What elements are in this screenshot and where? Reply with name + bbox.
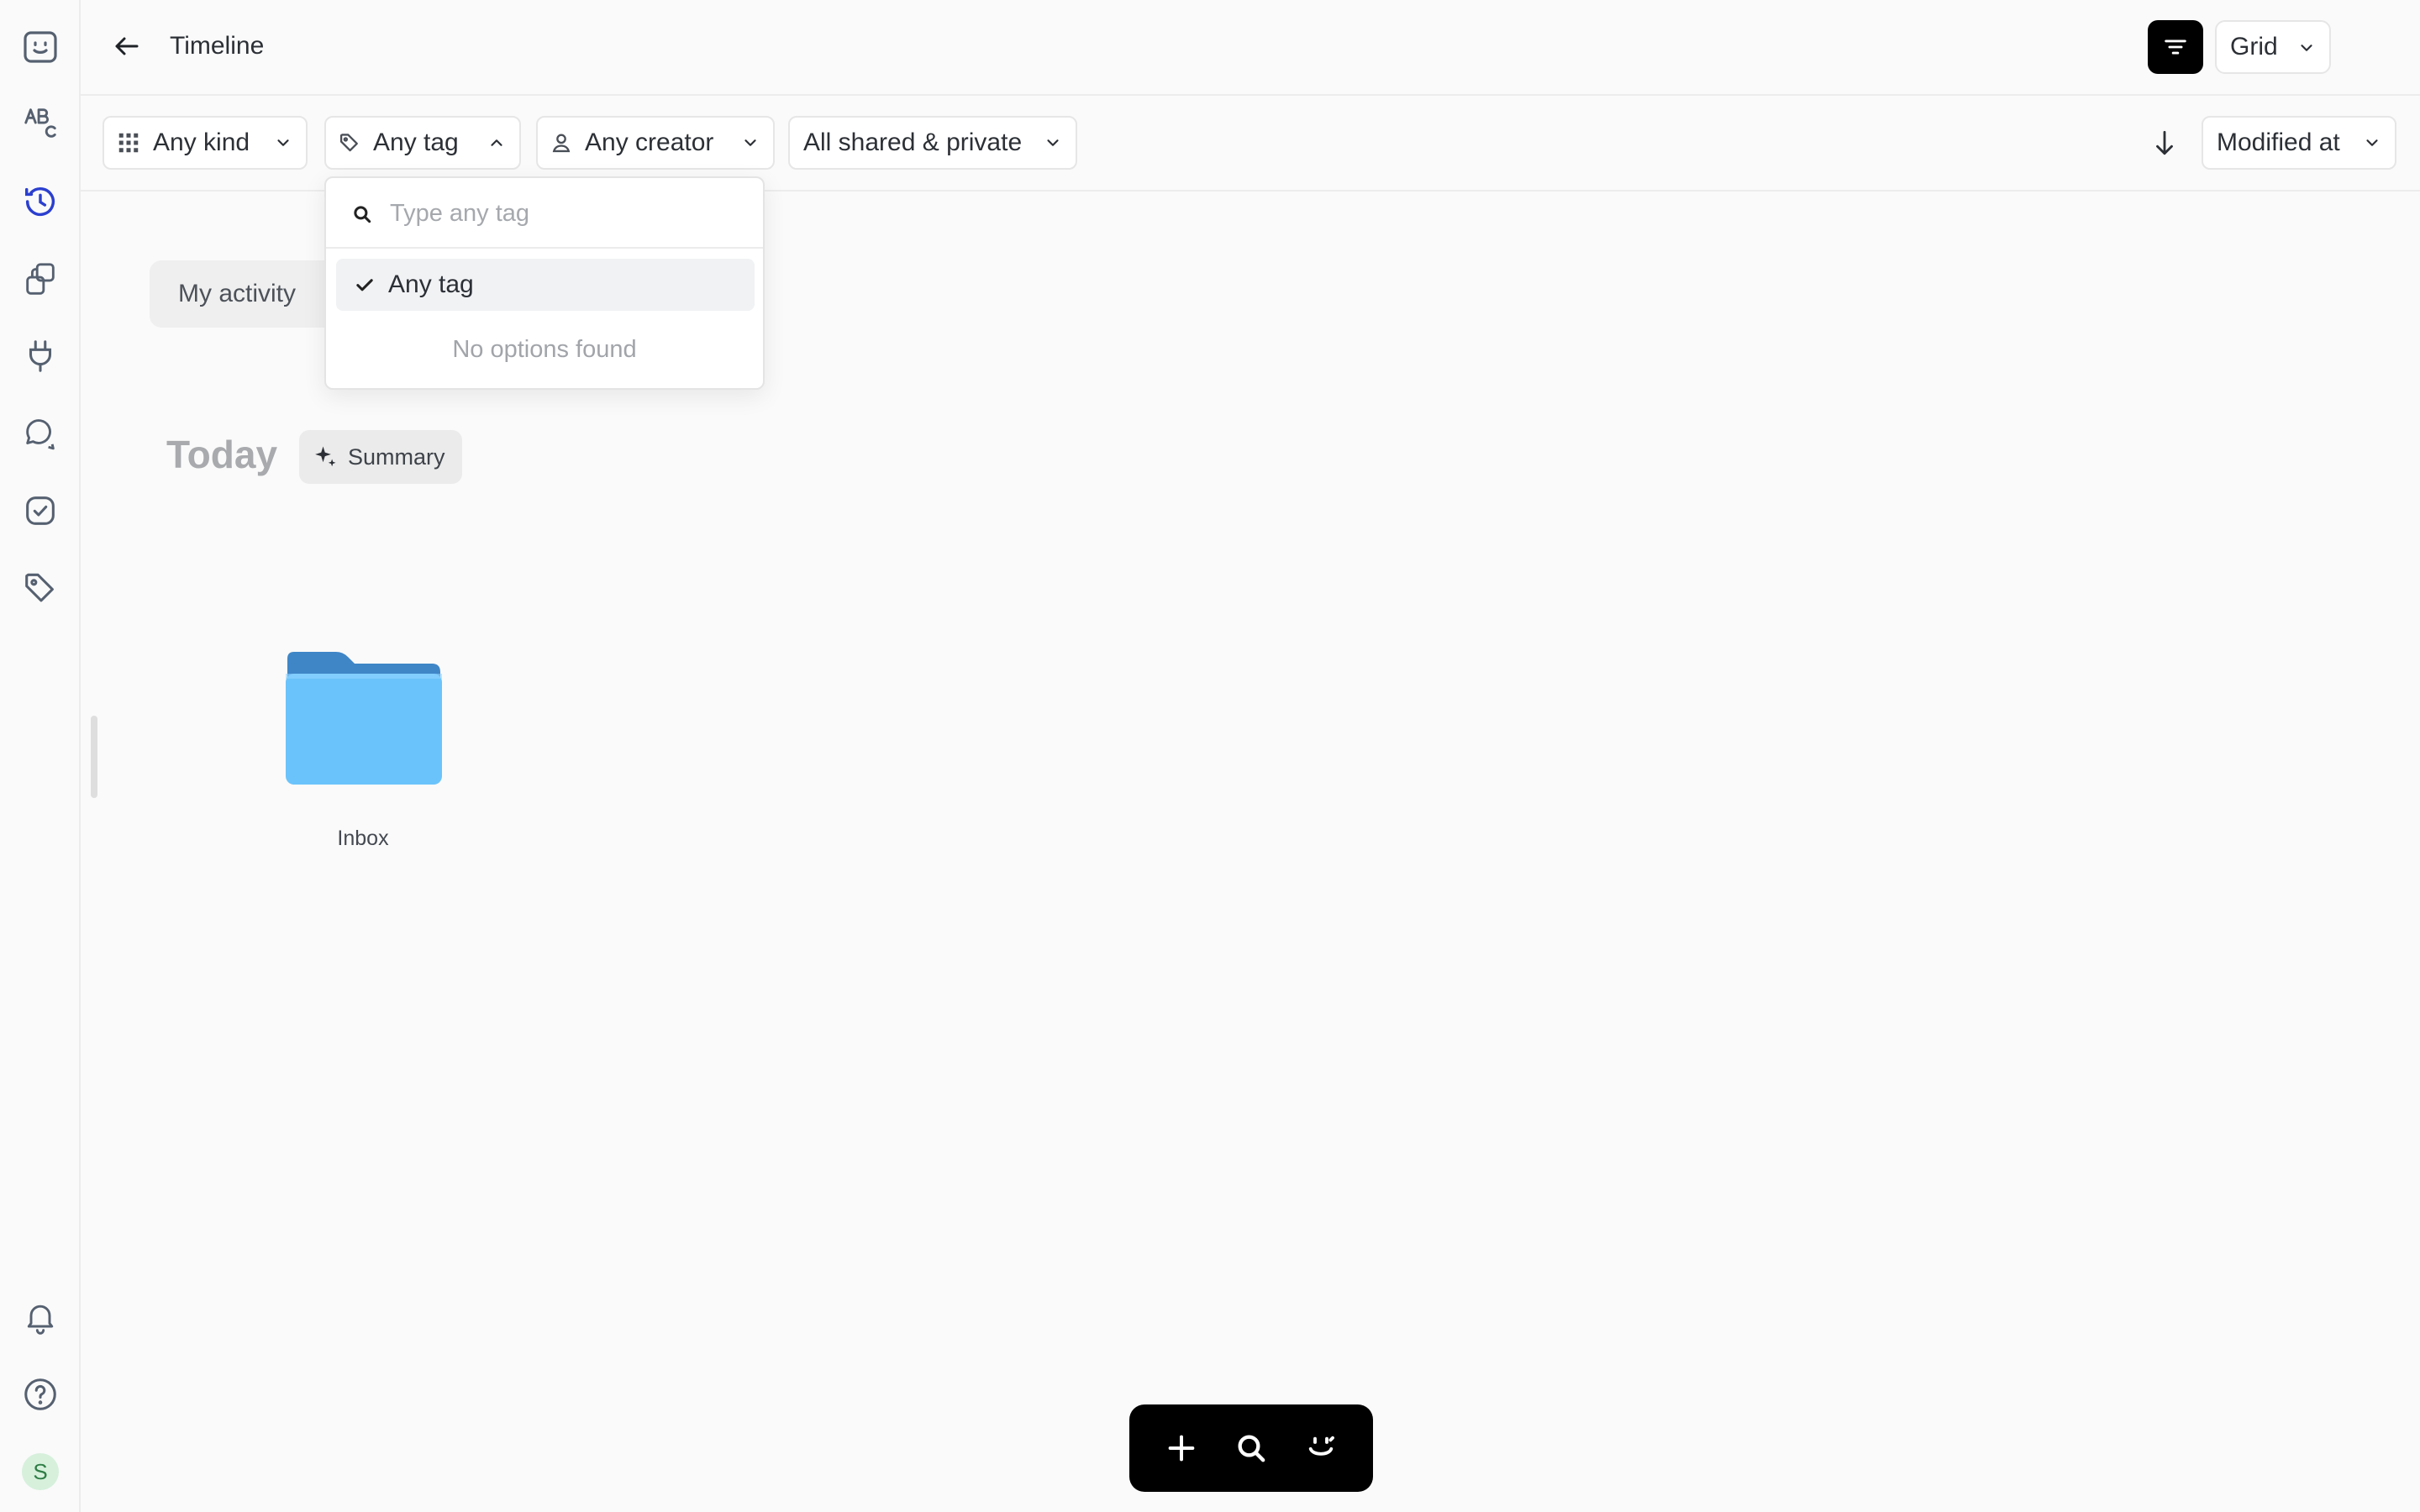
bell-icon[interactable] <box>17 1294 64 1341</box>
folder-item[interactable]: Inbox <box>269 638 457 857</box>
sharing-filter[interactable]: All shared & private <box>788 116 1077 170</box>
tag-search-input[interactable] <box>390 192 743 235</box>
tag-search <box>326 178 763 249</box>
smiley-assistant-icon <box>1309 1436 1335 1456</box>
chevron-down-icon <box>744 139 756 146</box>
check-icon <box>356 279 373 291</box>
section-title: Today <box>166 433 278 476</box>
folder-name: Inbox <box>337 827 389 850</box>
clock-icon[interactable] <box>17 178 64 225</box>
collections-icon[interactable] <box>17 255 64 302</box>
filter-toggle-button[interactable] <box>2148 20 2203 74</box>
search-icon <box>1238 1435 1265 1462</box>
summary-label: Summary <box>348 444 445 470</box>
creator-filter-label: Any creator <box>585 129 714 156</box>
sharing-filter-label: All shared & private <box>803 129 1023 156</box>
tag-filter-dropdown: Any tag No options found <box>324 176 765 390</box>
kind-filter[interactable]: Any kind <box>103 116 308 170</box>
task-check-icon[interactable] <box>17 487 64 534</box>
chat-icon[interactable] <box>17 410 64 457</box>
back-button[interactable] <box>106 25 148 67</box>
kind-filter-label: Any kind <box>153 129 250 156</box>
avatar[interactable]: S <box>22 1453 59 1490</box>
tag-option-label: Any tag <box>388 270 474 298</box>
add-button[interactable] <box>1156 1423 1207 1473</box>
sidebar: S <box>0 0 81 1512</box>
arrow-down-icon <box>2156 130 2173 155</box>
chevron-down-icon <box>2366 139 2378 146</box>
summary-button[interactable]: Summary <box>299 430 462 484</box>
top-header: Timeline Grid <box>81 0 2420 96</box>
grid-icon <box>118 133 139 153</box>
sort-field-label: Modified at <box>2217 129 2340 156</box>
chevron-up-icon <box>491 139 502 146</box>
person-icon <box>552 134 571 153</box>
sparkle-icon <box>315 446 336 467</box>
view-mode-select[interactable]: Grid <box>2215 20 2331 74</box>
bottom-toolbar <box>1129 1404 1373 1492</box>
search-button[interactable] <box>1226 1423 1276 1473</box>
help-icon[interactable] <box>17 1371 64 1418</box>
filter-lines-icon <box>2165 39 2186 55</box>
chevron-down-icon <box>2301 45 2312 51</box>
plug-icon[interactable] <box>17 333 64 380</box>
chevron-down-icon <box>1047 139 1059 146</box>
tag-filter[interactable]: Any tag <box>324 116 521 170</box>
page-title: Timeline <box>170 32 265 60</box>
search-icon <box>354 206 371 223</box>
tag-filter-label: Any tag <box>373 129 459 156</box>
tag-icon[interactable] <box>17 564 64 612</box>
sort-field-select[interactable]: Modified at <box>2202 116 2396 170</box>
assistant-button[interactable] <box>1296 1423 1346 1473</box>
sort-direction-button[interactable] <box>2143 121 2186 165</box>
sidebar-resize-handle[interactable] <box>91 716 97 798</box>
no-options-message: No options found <box>452 336 637 363</box>
view-mode-label: Grid <box>2230 33 2278 60</box>
tag-option-any[interactable]: Any tag <box>336 259 755 311</box>
chevron-down-icon <box>277 139 289 146</box>
tag-icon <box>339 134 358 152</box>
my-activity-tab[interactable]: My activity <box>150 260 343 328</box>
plus-icon <box>1168 1435 1194 1462</box>
text-abc-icon[interactable] <box>17 99 64 146</box>
creator-filter[interactable]: Any creator <box>536 116 775 170</box>
app-logo-icon[interactable] <box>17 24 64 71</box>
folder-icon <box>286 652 442 785</box>
